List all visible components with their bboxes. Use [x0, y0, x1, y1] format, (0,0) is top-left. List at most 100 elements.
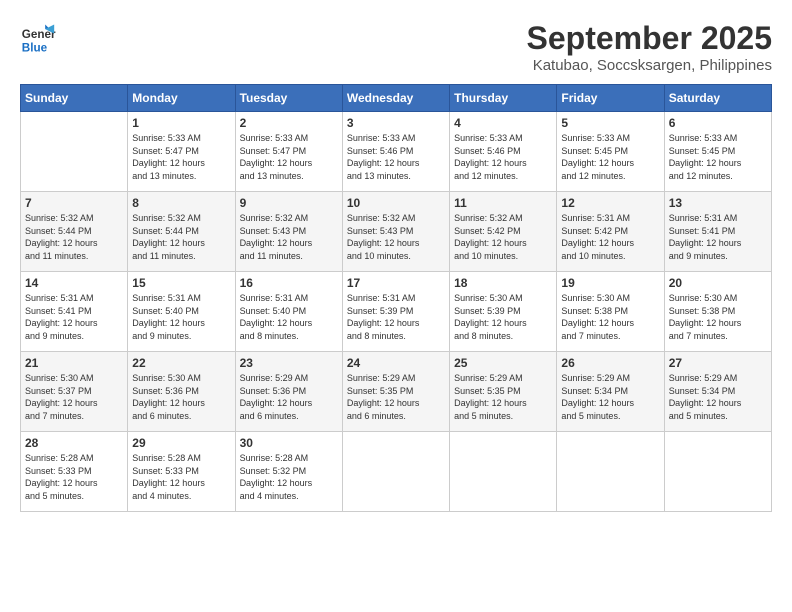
day-number: 24	[347, 356, 445, 370]
day-number: 18	[454, 276, 552, 290]
day-number: 21	[25, 356, 123, 370]
day-number: 3	[347, 116, 445, 130]
day-number: 14	[25, 276, 123, 290]
day-number: 2	[240, 116, 338, 130]
column-header-tuesday: Tuesday	[235, 85, 342, 112]
day-info: Sunrise: 5:31 AM Sunset: 5:39 PM Dayligh…	[347, 292, 445, 342]
calendar-cell: 5Sunrise: 5:33 AM Sunset: 5:45 PM Daylig…	[557, 112, 664, 192]
column-header-wednesday: Wednesday	[342, 85, 449, 112]
day-number: 23	[240, 356, 338, 370]
calendar-cell: 19 Sunrise: 5:30 AM Sunset: 5:38 PM Dayli…	[557, 272, 664, 352]
calendar-cell	[342, 432, 449, 512]
calendar-week-row: 1Sunrise: 5:33 AM Sunset: 5:47 PM Daylig…	[21, 112, 772, 192]
day-info: Sunrise: 5:31 AM Sunset: 5:42 PM Dayligh…	[561, 212, 659, 262]
calendar-cell: 14 Sunrise: 5:31 AM Sunset: 5:41 PM Dayli…	[21, 272, 128, 352]
calendar-cell	[21, 112, 128, 192]
day-info: Sunrise: 5:31 AM Sunset: 5:40 PM Dayligh…	[240, 292, 338, 342]
day-number: 19	[561, 276, 659, 290]
column-header-saturday: Saturday	[664, 85, 771, 112]
calendar-cell: 20 Sunrise: 5:30 AM Sunset: 5:38 PM Dayli…	[664, 272, 771, 352]
day-number: 4	[454, 116, 552, 130]
calendar-cell: 7 Sunrise: 5:32 AM Sunset: 5:44 PM Daylig…	[21, 192, 128, 272]
calendar-cell: 8 Sunrise: 5:32 AM Sunset: 5:44 PM Daylig…	[128, 192, 235, 272]
calendar-cell: 22 Sunrise: 5:30 AM Sunset: 5:36 PM Dayli…	[128, 352, 235, 432]
day-info: Sunrise: 5:29 AM Sunset: 5:35 PM Dayligh…	[454, 372, 552, 422]
day-number: 30	[240, 436, 338, 450]
calendar-week-row: 7 Sunrise: 5:32 AM Sunset: 5:44 PM Daylig…	[21, 192, 772, 272]
calendar-cell: 13 Sunrise: 5:31 AM Sunset: 5:41 PM Dayli…	[664, 192, 771, 272]
calendar-cell: 25 Sunrise: 5:29 AM Sunset: 5:35 PM Dayli…	[450, 352, 557, 432]
calendar-week-row: 28Sunrise: 5:28 AM Sunset: 5:33 PM Dayli…	[21, 432, 772, 512]
calendar-cell: 26 Sunrise: 5:29 AM Sunset: 5:34 PM Dayli…	[557, 352, 664, 432]
calendar-cell: 21 Sunrise: 5:30 AM Sunset: 5:37 PM Dayli…	[21, 352, 128, 432]
day-number: 10	[347, 196, 445, 210]
calendar-cell: 30 Sunrise: 5:28 AM Sunset: 5:32 PM Dayli…	[235, 432, 342, 512]
day-number: 12	[561, 196, 659, 210]
day-info: Sunrise: 5:28 AM Sunset: 5:33 PM Dayligh…	[132, 452, 230, 502]
day-info: Sunrise: 5:32 AM Sunset: 5:42 PM Dayligh…	[454, 212, 552, 262]
day-info: Sunrise: 5:32 AM Sunset: 5:44 PM Dayligh…	[132, 212, 230, 262]
day-info: Sunrise: 5:33 AM Sunset: 5:46 PM Dayligh…	[454, 132, 552, 182]
day-info: Sunrise: 5:32 AM Sunset: 5:43 PM Dayligh…	[240, 212, 338, 262]
day-number: 26	[561, 356, 659, 370]
day-info: Sunrise: 5:33 AM Sunset: 5:45 PM Dayligh…	[669, 132, 767, 182]
calendar-cell: 11 Sunrise: 5:32 AM Sunset: 5:42 PM Dayli…	[450, 192, 557, 272]
day-info: Sunrise: 5:28 AM Sunset: 5:33 PM Dayligh…	[25, 452, 123, 502]
day-number: 17	[347, 276, 445, 290]
calendar-cell: 1Sunrise: 5:33 AM Sunset: 5:47 PM Daylig…	[128, 112, 235, 192]
day-info: Sunrise: 5:32 AM Sunset: 5:44 PM Dayligh…	[25, 212, 123, 262]
calendar-cell: 10 Sunrise: 5:32 AM Sunset: 5:43 PM Dayli…	[342, 192, 449, 272]
calendar-cell: 12 Sunrise: 5:31 AM Sunset: 5:42 PM Dayli…	[557, 192, 664, 272]
title-block: September 2025 Katubao, Soccsksargen, Ph…	[527, 20, 772, 74]
calendar-cell: 17 Sunrise: 5:31 AM Sunset: 5:39 PM Dayli…	[342, 272, 449, 352]
day-number: 6	[669, 116, 767, 130]
calendar-cell: 28Sunrise: 5:28 AM Sunset: 5:33 PM Dayli…	[21, 432, 128, 512]
logo-icon: General Blue	[20, 20, 56, 56]
calendar-cell: 9 Sunrise: 5:32 AM Sunset: 5:43 PM Daylig…	[235, 192, 342, 272]
day-info: Sunrise: 5:33 AM Sunset: 5:46 PM Dayligh…	[347, 132, 445, 182]
svg-text:Blue: Blue	[22, 42, 48, 55]
day-number: 13	[669, 196, 767, 210]
calendar-cell: 6 Sunrise: 5:33 AM Sunset: 5:45 PM Daylig…	[664, 112, 771, 192]
calendar-cell	[664, 432, 771, 512]
day-info: Sunrise: 5:30 AM Sunset: 5:38 PM Dayligh…	[561, 292, 659, 342]
day-number: 11	[454, 196, 552, 210]
column-header-friday: Friday	[557, 85, 664, 112]
column-header-sunday: Sunday	[21, 85, 128, 112]
day-info: Sunrise: 5:29 AM Sunset: 5:34 PM Dayligh…	[561, 372, 659, 422]
day-number: 22	[132, 356, 230, 370]
day-info: Sunrise: 5:29 AM Sunset: 5:35 PM Dayligh…	[347, 372, 445, 422]
page-header: General Blue September 2025 Katubao, Soc…	[20, 20, 772, 74]
day-info: Sunrise: 5:30 AM Sunset: 5:38 PM Dayligh…	[669, 292, 767, 342]
day-info: Sunrise: 5:31 AM Sunset: 5:41 PM Dayligh…	[669, 212, 767, 262]
day-number: 27	[669, 356, 767, 370]
day-number: 7	[25, 196, 123, 210]
day-info: Sunrise: 5:33 AM Sunset: 5:45 PM Dayligh…	[561, 132, 659, 182]
day-number: 25	[454, 356, 552, 370]
calendar-cell: 2 Sunrise: 5:33 AM Sunset: 5:47 PM Daylig…	[235, 112, 342, 192]
calendar-cell: 15Sunrise: 5:31 AM Sunset: 5:40 PM Dayli…	[128, 272, 235, 352]
calendar-cell: 23Sunrise: 5:29 AM Sunset: 5:36 PM Dayli…	[235, 352, 342, 432]
calendar-cell: 29Sunrise: 5:28 AM Sunset: 5:33 PM Dayli…	[128, 432, 235, 512]
calendar-cell: 27 Sunrise: 5:29 AM Sunset: 5:34 PM Dayli…	[664, 352, 771, 432]
day-info: Sunrise: 5:30 AM Sunset: 5:36 PM Dayligh…	[132, 372, 230, 422]
day-info: Sunrise: 5:30 AM Sunset: 5:37 PM Dayligh…	[25, 372, 123, 422]
calendar-cell: 4 Sunrise: 5:33 AM Sunset: 5:46 PM Daylig…	[450, 112, 557, 192]
day-number: 16	[240, 276, 338, 290]
calendar-cell: 16 Sunrise: 5:31 AM Sunset: 5:40 PM Dayli…	[235, 272, 342, 352]
calendar-cell: 18 Sunrise: 5:30 AM Sunset: 5:39 PM Dayli…	[450, 272, 557, 352]
day-info: Sunrise: 5:33 AM Sunset: 5:47 PM Dayligh…	[240, 132, 338, 182]
day-number: 9	[240, 196, 338, 210]
calendar-cell	[450, 432, 557, 512]
day-info: Sunrise: 5:29 AM Sunset: 5:34 PM Dayligh…	[669, 372, 767, 422]
day-info: Sunrise: 5:28 AM Sunset: 5:32 PM Dayligh…	[240, 452, 338, 502]
calendar-cell: 24 Sunrise: 5:29 AM Sunset: 5:35 PM Dayli…	[342, 352, 449, 432]
day-info: Sunrise: 5:30 AM Sunset: 5:39 PM Dayligh…	[454, 292, 552, 342]
day-number: 20	[669, 276, 767, 290]
day-info: Sunrise: 5:32 AM Sunset: 5:43 PM Dayligh…	[347, 212, 445, 262]
day-number: 8	[132, 196, 230, 210]
calendar-week-row: 21 Sunrise: 5:30 AM Sunset: 5:37 PM Dayli…	[21, 352, 772, 432]
day-info: Sunrise: 5:31 AM Sunset: 5:41 PM Dayligh…	[25, 292, 123, 342]
column-header-monday: Monday	[128, 85, 235, 112]
day-info: Sunrise: 5:31 AM Sunset: 5:40 PM Dayligh…	[132, 292, 230, 342]
